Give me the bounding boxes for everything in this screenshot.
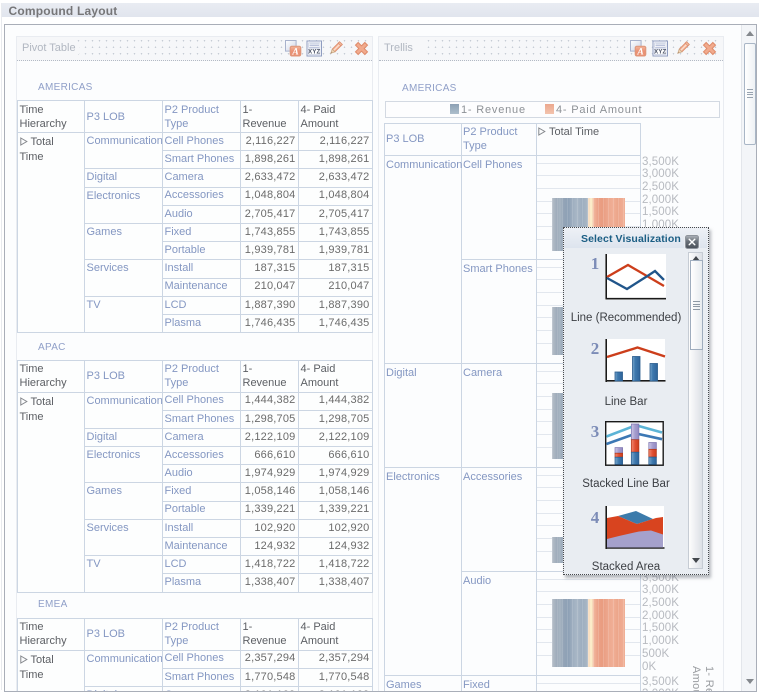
svg-text:A: A — [291, 47, 298, 57]
svg-text:XYZ: XYZ — [654, 50, 666, 56]
svg-text:A: A — [636, 47, 643, 57]
svg-text:XYZ: XYZ — [308, 50, 320, 56]
